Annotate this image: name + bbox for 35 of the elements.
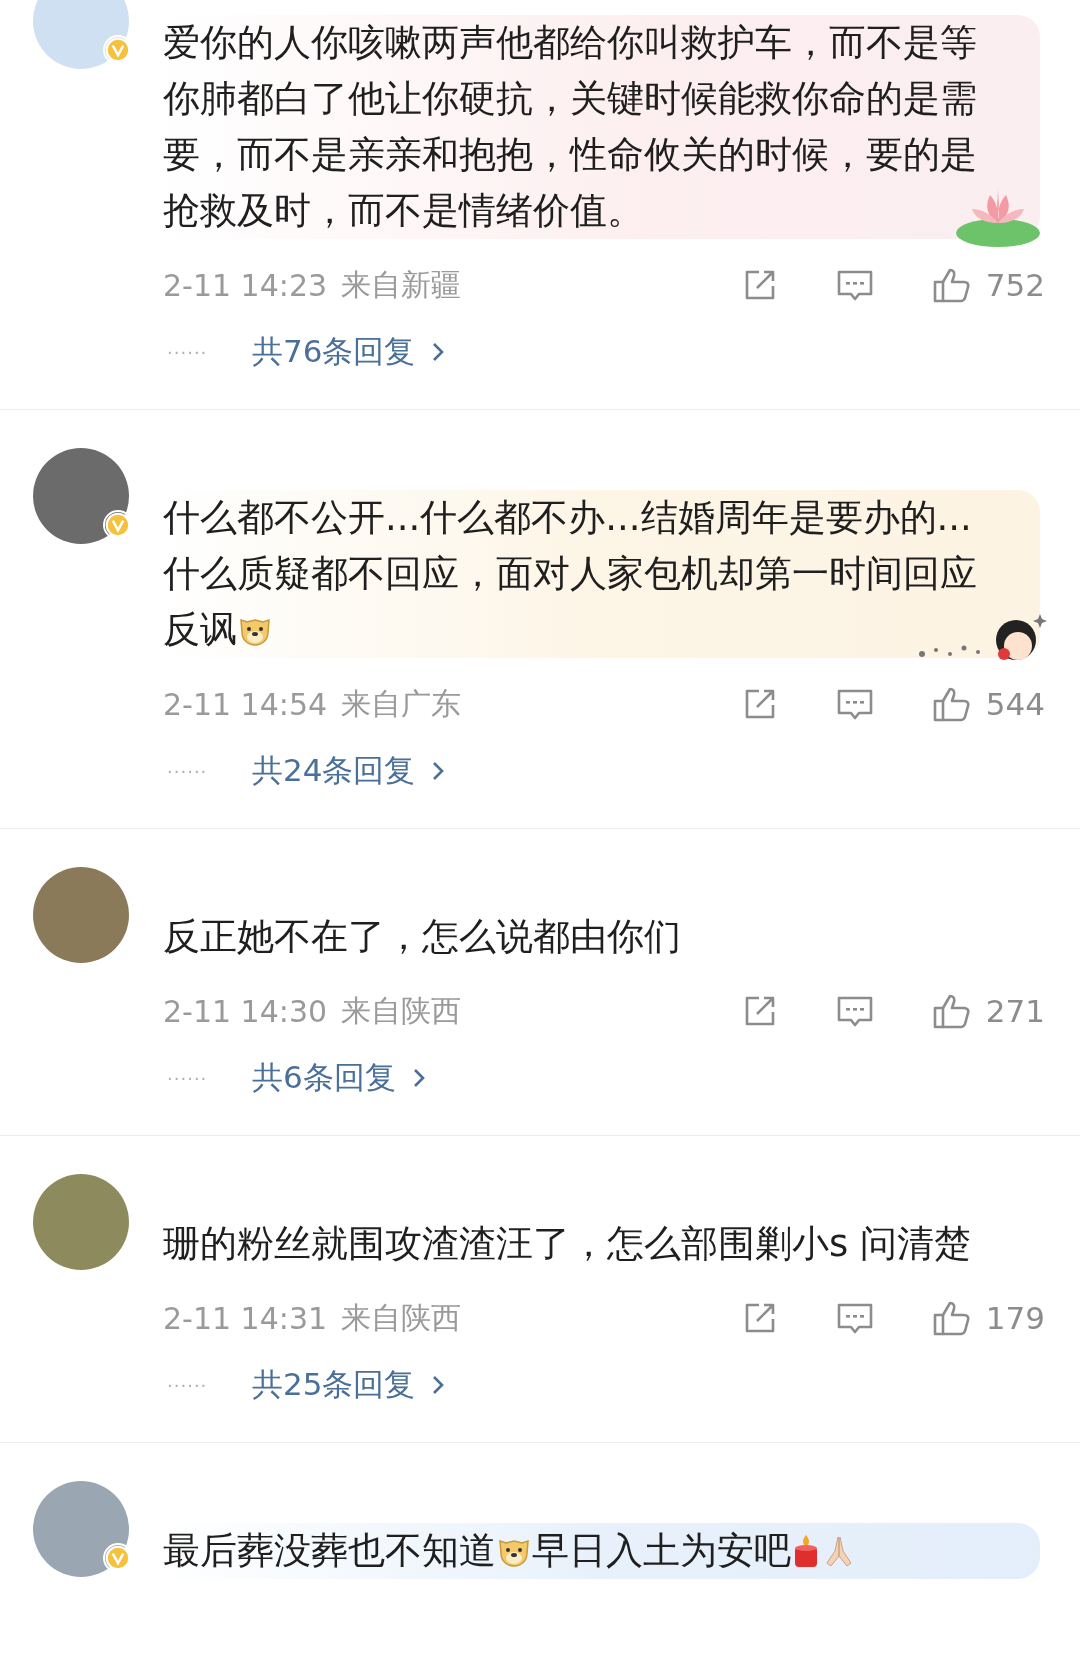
ellipsis-dots: ······ <box>167 341 209 363</box>
thumbs-up-icon[interactable] <box>931 992 972 1030</box>
comment-location: 来自新疆 <box>341 265 462 304</box>
thumbs-up-icon[interactable] <box>931 685 972 723</box>
comment-text: 什么都不公开...什么都不办...结婚周年是要办的...什么质疑都不回应，面对人家包机却第一时间回应 <box>163 496 977 595</box>
ellipsis-dots: ······ <box>167 760 209 782</box>
ellipsis-dots: ······ <box>167 1374 209 1396</box>
comment-text: 早日入土为安吧 <box>532 1529 791 1572</box>
comment-time: 2-11 14:23 <box>163 267 328 303</box>
view-replies-link[interactable]: 共6条回复 <box>252 1057 426 1099</box>
chevron-right-icon <box>431 1374 446 1396</box>
like-count: 544 <box>985 686 1045 722</box>
comment-text: 最后葬没葬也不知道 <box>163 1529 496 1572</box>
like-count: 271 <box>985 993 1045 1029</box>
thumbs-up-icon[interactable] <box>931 1299 972 1337</box>
like-count: 752 <box>985 267 1045 303</box>
comment-text: 珊的粉丝就围攻渣渣汪了，怎么部围剿小s 问清楚 <box>163 1222 972 1265</box>
chevron-right-icon <box>431 760 446 782</box>
comment-text: 爱你的人你咳嗽两声他都给你叫救护车，而不是等你肺都白了他让你硬抗，关键时候能救你命的是需要，而不是亲亲和抱抱，性命攸关的时候，要的是抢救及时，而不是情绪价值。 <box>163 21 977 232</box>
comment-location: 来自广东 <box>341 684 462 723</box>
like-count: 179 <box>985 1300 1045 1336</box>
comment-text: 反讽 <box>163 608 237 651</box>
comment-time: 2-11 14:54 <box>163 686 328 722</box>
comment-time: 2-11 14:30 <box>163 993 328 1029</box>
view-replies-link[interactable]: 共25条回复 <box>252 1364 446 1406</box>
view-replies-link[interactable]: 共24条回复 <box>252 750 446 792</box>
comment-location: 来自陕西 <box>341 1298 462 1337</box>
chevron-right-icon <box>431 341 446 363</box>
thumbs-up-icon[interactable] <box>931 266 972 304</box>
chevron-right-icon <box>411 1067 426 1089</box>
comment-text: 反正她不在了，怎么说都由你们 <box>163 915 681 958</box>
ellipsis-dots: ······ <box>167 1067 209 1089</box>
comment-time: 2-11 14:31 <box>163 1300 328 1336</box>
view-replies-link[interactable]: 共76条回复 <box>252 331 446 373</box>
comment-location: 来自陕西 <box>341 991 462 1030</box>
